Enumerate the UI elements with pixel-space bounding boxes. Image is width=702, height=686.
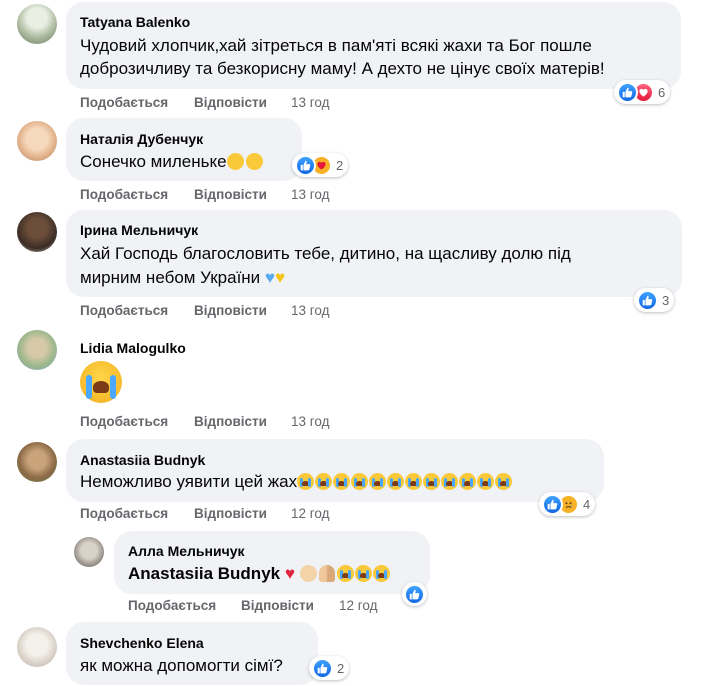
comment-author[interactable]: Anastasiia Budnyk — [80, 451, 205, 469]
reaction-count: 2 — [336, 157, 344, 173]
reaction-summary[interactable] — [402, 582, 427, 606]
comment-text: Сонечко миленьке — [80, 150, 265, 173]
reaction-count: 2 — [337, 660, 345, 676]
crying-face-icon — [315, 473, 333, 490]
crying-face-icon — [495, 473, 513, 490]
folded-hands-icon — [318, 565, 335, 582]
reply-link[interactable]: Відповісти — [194, 187, 267, 202]
worried-face-icon — [245, 153, 263, 170]
like-icon — [637, 289, 658, 311]
like-link[interactable]: Подобається — [80, 187, 168, 202]
like-link[interactable]: Подобається — [128, 598, 216, 613]
like-icon — [617, 81, 638, 103]
comment-author[interactable]: Ірина Мельничук — [80, 221, 198, 239]
baby-icon — [299, 565, 317, 582]
reaction-summary[interactable]: 3 — [634, 288, 675, 312]
crying-face-icon — [477, 473, 495, 490]
reaction-count: 6 — [658, 84, 666, 100]
like-icon — [295, 154, 316, 176]
reaction-summary[interactable]: 6 — [614, 80, 671, 104]
crying-face-icon — [351, 473, 369, 490]
comment-text-value: мирним небом України — [80, 268, 261, 287]
avatar[interactable] — [17, 212, 57, 252]
laughing-face-icon — [226, 153, 244, 170]
reply-link[interactable]: Відповісти — [194, 506, 267, 521]
avatar[interactable] — [17, 330, 57, 370]
like-icon — [404, 583, 425, 605]
reply-link[interactable]: Відповісти — [241, 598, 314, 613]
crying-face-icon — [354, 565, 372, 582]
crying-face-icon — [336, 565, 354, 582]
yellow-heart-icon: ♥ — [275, 268, 286, 287]
loudly-crying-face-emoji — [80, 361, 122, 403]
comment-author[interactable]: Наталія Дубенчук — [80, 130, 203, 148]
crying-face-icon — [369, 473, 387, 490]
comment-text: Чудовий хлопчик,хай зітреться в пам'яті … — [80, 36, 592, 55]
like-link[interactable]: Подобається — [80, 414, 168, 429]
reaction-summary[interactable]: 2 — [292, 153, 349, 177]
crying-face-icon — [405, 473, 423, 490]
comment-text: Anastasiia Budnyk ♥ — [128, 562, 391, 585]
timestamp[interactable]: 13 год — [291, 303, 329, 318]
reply-link[interactable]: Відповісти — [194, 303, 267, 318]
crying-face-icon — [333, 473, 351, 490]
comment-author[interactable]: Tatyana Balenko — [80, 13, 190, 31]
comment-author[interactable]: Алла Мельничук — [128, 542, 245, 560]
reaction-summary[interactable]: 4 — [539, 492, 596, 516]
comment-text: Неможливо уявити цей жах — [80, 470, 513, 493]
like-icon — [542, 493, 563, 515]
avatar[interactable] — [74, 537, 104, 567]
timestamp[interactable]: 13 год — [291, 414, 329, 429]
mention-link[interactable]: Anastasiia Budnyk — [128, 564, 280, 583]
avatar[interactable] — [17, 627, 57, 667]
crying-face-icon — [372, 565, 390, 582]
comment-author[interactable]: Lidia Malogulko — [80, 339, 186, 357]
timestamp[interactable]: 12 год — [339, 598, 377, 613]
crying-face-icon — [297, 473, 315, 490]
crying-face-icon — [387, 473, 405, 490]
reaction-summary[interactable]: 2 — [309, 656, 350, 680]
red-heart-icon: ♥ — [284, 564, 295, 583]
comment-text: Хай Господь благословить тебе, дитино, н… — [80, 244, 571, 263]
reply-link[interactable]: Відповісти — [194, 95, 267, 110]
reply-link[interactable]: Відповісти — [194, 414, 267, 429]
crying-face-icon — [441, 473, 459, 490]
comment-text: як можна допомогти сімї? — [80, 656, 283, 675]
reaction-count: 3 — [662, 292, 670, 308]
timestamp[interactable]: 13 год — [291, 187, 329, 202]
like-link[interactable]: Подобається — [80, 303, 168, 318]
timestamp[interactable]: 13 год — [291, 95, 329, 110]
crying-face-icon — [423, 473, 441, 490]
crying-face-icon — [459, 473, 477, 490]
comment-text-value: Неможливо уявити цей жах — [80, 472, 298, 491]
avatar[interactable] — [17, 4, 57, 44]
comment-text: доброзичливу та безкорисну маму! А дехто… — [80, 59, 605, 78]
comment-text-value: Сонечко миленьке — [80, 152, 227, 171]
comment-text: мирним небом України ♥♥ — [80, 266, 285, 289]
like-icon — [312, 657, 333, 679]
reaction-count: 4 — [583, 496, 591, 512]
like-link[interactable]: Подобається — [80, 95, 168, 110]
avatar[interactable] — [17, 121, 57, 161]
blue-heart-icon: ♥ — [264, 268, 276, 287]
comment-author[interactable]: Shevchenko Elena — [80, 634, 204, 652]
timestamp[interactable]: 12 год — [291, 506, 329, 521]
like-link[interactable]: Подобається — [80, 506, 168, 521]
avatar[interactable] — [17, 442, 57, 482]
